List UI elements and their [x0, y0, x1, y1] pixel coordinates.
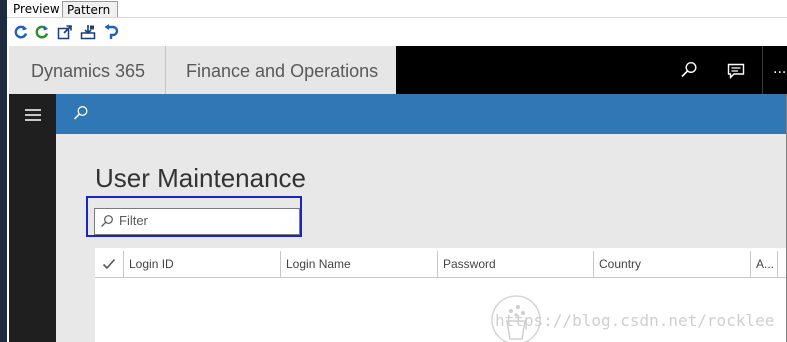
- navigation-pane: [9, 94, 56, 342]
- page-title: User Maintenance: [95, 163, 306, 193]
- filter-placeholder: Filter: [119, 213, 148, 228]
- action-search-icon[interactable]: [73, 105, 89, 121]
- window-border: [0, 0, 7, 342]
- column-header-country[interactable]: Country: [599, 256, 641, 272]
- undo-icon[interactable]: [103, 24, 119, 40]
- search-icon[interactable]: [680, 61, 698, 79]
- column-header-a[interactable]: A...: [756, 256, 776, 272]
- app-name[interactable]: Dynamics 365: [31, 59, 161, 83]
- column-header-login-name[interactable]: Login Name: [286, 256, 351, 272]
- grid-body: [95, 278, 787, 342]
- column-divider: [123, 251, 124, 277]
- column-divider: [777, 251, 778, 277]
- grid-header: [95, 248, 787, 278]
- refresh-icon[interactable]: [13, 24, 29, 40]
- select-all-check-icon[interactable]: [102, 258, 116, 270]
- hamburger-icon[interactable]: [24, 108, 42, 122]
- column-divider: [280, 251, 281, 277]
- module-name[interactable]: Finance and Operations: [186, 59, 391, 83]
- column-divider: [437, 251, 438, 277]
- watermark-text: https://blog.csdn.net/rocklee: [495, 311, 775, 330]
- more-options-button[interactable]: ...: [773, 60, 787, 78]
- chat-icon[interactable]: [727, 63, 745, 79]
- designer-tab-strip: Preview Pattern: [7, 0, 787, 17]
- tab-preview[interactable]: Preview: [9, 1, 63, 17]
- column-divider: [750, 251, 751, 277]
- header-divider: [165, 46, 166, 94]
- save-export-icon[interactable]: [80, 24, 96, 40]
- header-separator: [762, 46, 763, 94]
- refresh-green-icon[interactable]: [34, 24, 50, 40]
- designer-toolbar: [7, 17, 787, 47]
- filter-search-icon: [101, 215, 113, 227]
- tab-pattern[interactable]: Pattern: [62, 1, 118, 17]
- column-divider: [593, 251, 594, 277]
- action-pane: [56, 94, 787, 134]
- column-header-login-id[interactable]: Login ID: [129, 256, 174, 272]
- open-external-icon[interactable]: [57, 24, 73, 40]
- column-header-password[interactable]: Password: [443, 256, 496, 272]
